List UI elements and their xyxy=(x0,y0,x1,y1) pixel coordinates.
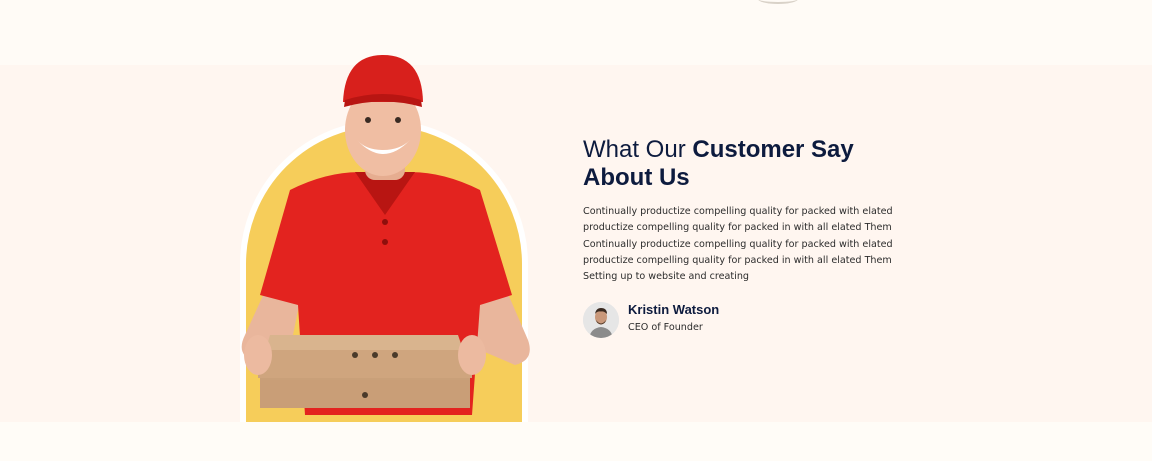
top-band xyxy=(0,0,1152,65)
author-role: CEO of Founder xyxy=(628,322,703,333)
heading-light-text: What Our xyxy=(583,136,693,163)
description-line: Setting up to website and creating xyxy=(583,271,750,283)
description-line: Continually productize compelling qualit… xyxy=(583,238,893,250)
description-line: Continually productize compelling qualit… xyxy=(583,206,893,217)
section-heading: What Our Customer Say About Us xyxy=(583,136,923,192)
testimonial-section xyxy=(0,65,1152,422)
bottom-band xyxy=(0,422,1152,461)
avatar xyxy=(583,302,619,338)
right-hand xyxy=(458,335,486,375)
delivery-man-illustration xyxy=(241,55,530,415)
heading-bold-text-1: Customer Say xyxy=(692,136,854,163)
avatar-photo xyxy=(583,302,619,338)
hero-image xyxy=(230,50,540,422)
description-line: productize compelling quality for packed… xyxy=(583,254,892,266)
description-line: productize compelling quality for packed… xyxy=(583,222,892,234)
author-name: Kristin Watson xyxy=(628,302,720,317)
testimonial-description: Continually productize compelling qualit… xyxy=(583,204,913,285)
heading-bold-text-2: About Us xyxy=(583,164,690,191)
pizza-box-1 xyxy=(258,350,472,378)
testimonial-author: Kristin Watson CEO of Founder xyxy=(583,301,803,341)
left-hand xyxy=(244,335,272,375)
decorative-mark xyxy=(758,0,798,4)
